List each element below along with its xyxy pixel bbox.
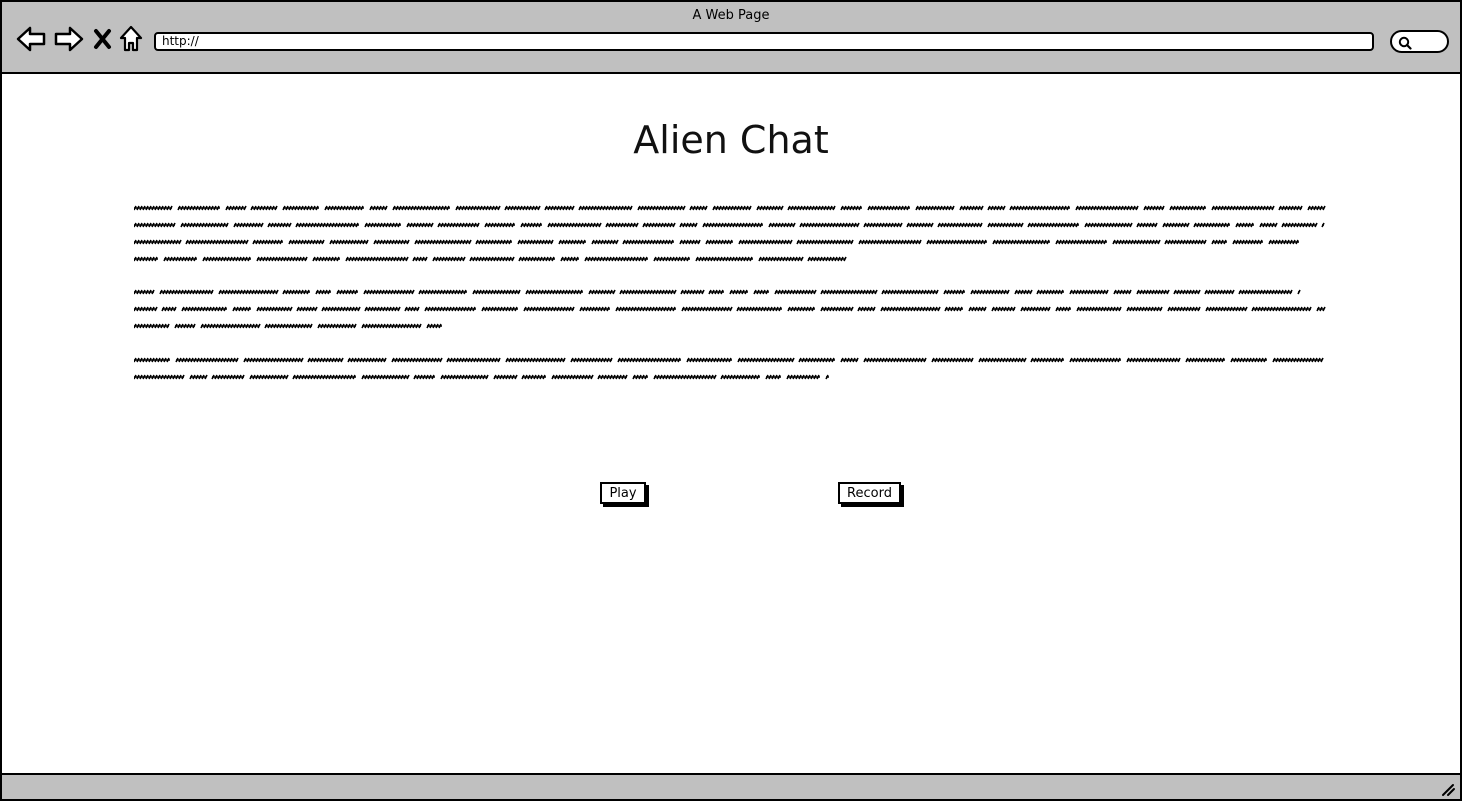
record-button[interactable]: Record: [838, 482, 901, 504]
url-input[interactable]: http://: [154, 32, 1374, 51]
window-title: A Web Page: [692, 8, 770, 23]
page-content: Alien Chat Play Record: [2, 74, 1460, 772]
play-button[interactable]: Play: [600, 482, 646, 504]
browser-window: A Web Page http:// Alien Chat Play Recor…: [0, 0, 1462, 801]
browser-toolbar: A Web Page http://: [2, 2, 1460, 74]
page-title: Alien Chat: [633, 118, 829, 162]
placeholder-paragraph-2: [134, 289, 1326, 329]
back-arrow-icon[interactable]: [16, 25, 46, 55]
close-icon[interactable]: [93, 25, 113, 55]
status-bar: [2, 773, 1460, 799]
search-input[interactable]: [1390, 30, 1449, 53]
resize-grip-icon[interactable]: [1440, 781, 1456, 797]
placeholder-paragraph-1: [134, 205, 1326, 262]
home-icon[interactable]: [118, 25, 146, 55]
placeholder-paragraph-3: [134, 357, 1324, 380]
search-icon: [1398, 36, 1412, 50]
forward-arrow-icon[interactable]: [54, 25, 84, 55]
